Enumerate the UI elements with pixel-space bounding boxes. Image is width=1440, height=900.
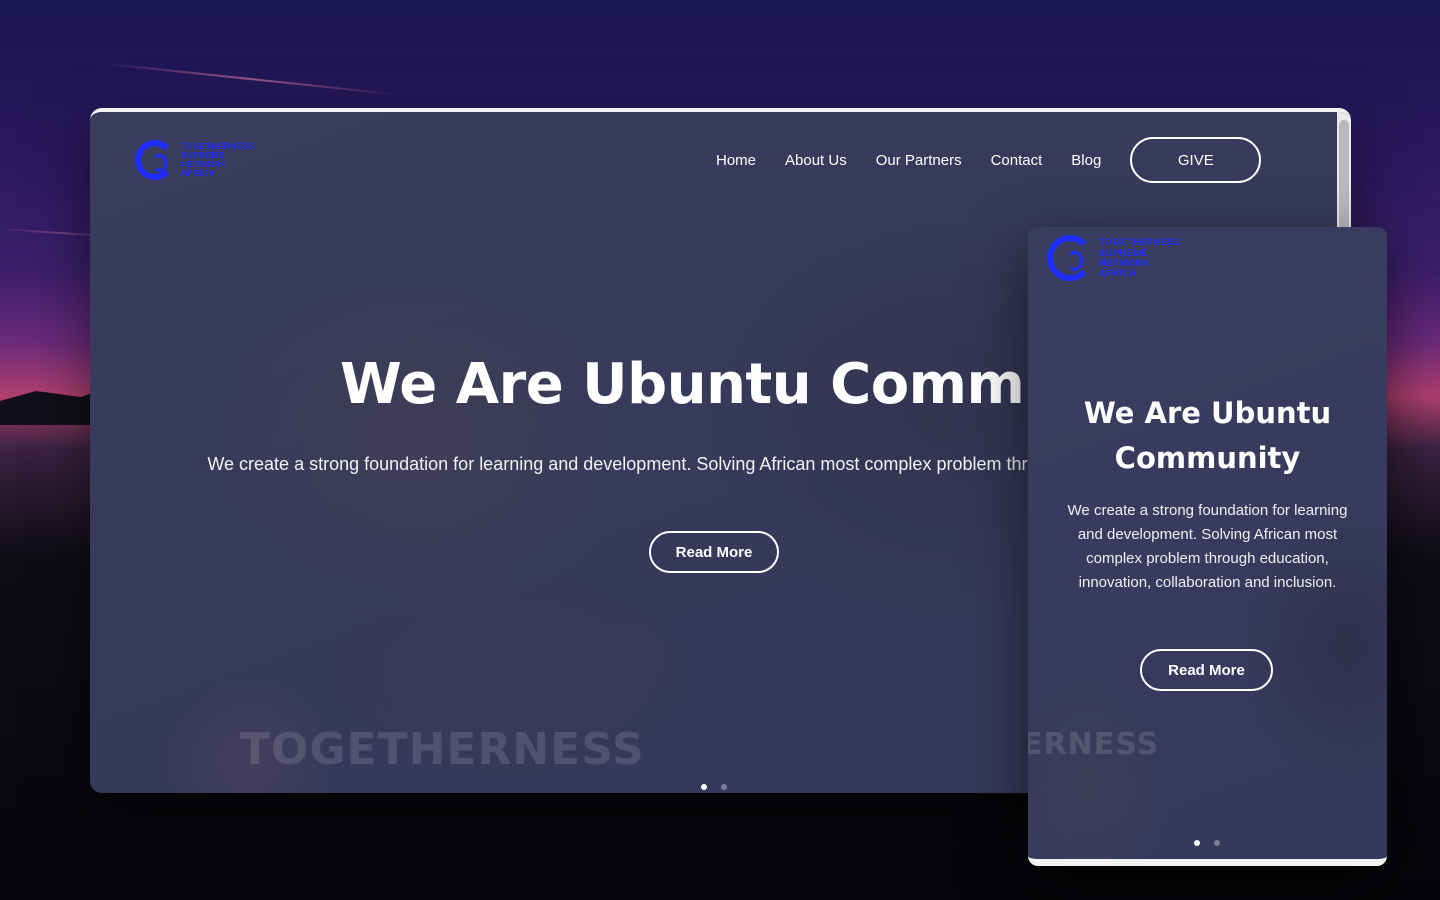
- logo-line: NETWORK: [1099, 258, 1150, 268]
- nav-contact-link[interactable]: Contact: [991, 152, 1043, 169]
- nav-partners-link[interactable]: Our Partners: [876, 152, 962, 169]
- hero-title: We Are Ubuntu Communi: [340, 352, 1122, 417]
- carousel-dots: [701, 784, 727, 790]
- hero-watermark: TOGETHERNESS: [240, 724, 645, 775]
- logo-text: TOGETHERNESS SUPREME NETWORK AFRICA: [1099, 237, 1181, 278]
- hero-subtitle: We create a strong foundation for learni…: [1067, 502, 1348, 591]
- nav-home-link[interactable]: Home: [716, 152, 756, 169]
- nav-about-link[interactable]: About Us: [785, 152, 847, 169]
- logo-line: NETWORK: [181, 160, 227, 169]
- logo-line: AFRICA: [181, 169, 215, 179]
- carousel-dot[interactable]: [721, 784, 727, 790]
- hero-title-line: We Are Ubuntu: [1083, 396, 1332, 430]
- logo-line: AFRICA: [1099, 268, 1137, 279]
- carousel-dot[interactable]: [1214, 840, 1220, 846]
- hero-title: We Are Ubuntu Community: [1028, 391, 1387, 481]
- nav-blog-link[interactable]: Blog: [1071, 152, 1101, 169]
- mobile-preview: TOGETHERNESS SUPREME NETWORK AFRICA ERNE…: [1028, 227, 1387, 866]
- logo-mark-icon: [1047, 235, 1093, 281]
- carousel-dots: [1194, 840, 1220, 846]
- sky-streak: [100, 62, 400, 96]
- logo-line: SUPREME: [1099, 247, 1148, 258]
- logo-line: TOGETHERNESS: [1099, 237, 1181, 248]
- carousel-dot-active[interactable]: [701, 784, 707, 790]
- logo-text: TOGETHERNESS SUPREME NETWORK AFRICA: [181, 142, 254, 179]
- read-more-button[interactable]: Read More: [1140, 649, 1273, 691]
- logo-mark-icon: [135, 140, 175, 180]
- site-logo[interactable]: TOGETHERNESS SUPREME NETWORK AFRICA: [1047, 235, 1181, 281]
- read-more-button[interactable]: Read More: [649, 531, 779, 573]
- main-nav: Home About Us Our Partners Contact Blog …: [716, 137, 1262, 183]
- give-button[interactable]: GIVE: [1130, 137, 1262, 183]
- site-logo[interactable]: TOGETHERNESS SUPREME NETWORK AFRICA: [135, 140, 254, 180]
- scrollbar-thumb[interactable]: [1339, 120, 1349, 230]
- carousel-dot-active[interactable]: [1194, 840, 1200, 846]
- hero-watermark: ERNESS: [1028, 727, 1160, 762]
- hero-title-line: Community: [1114, 441, 1301, 475]
- logo-line: TOGETHERNESS: [181, 141, 255, 151]
- logo-line: SUPREME: [181, 150, 225, 160]
